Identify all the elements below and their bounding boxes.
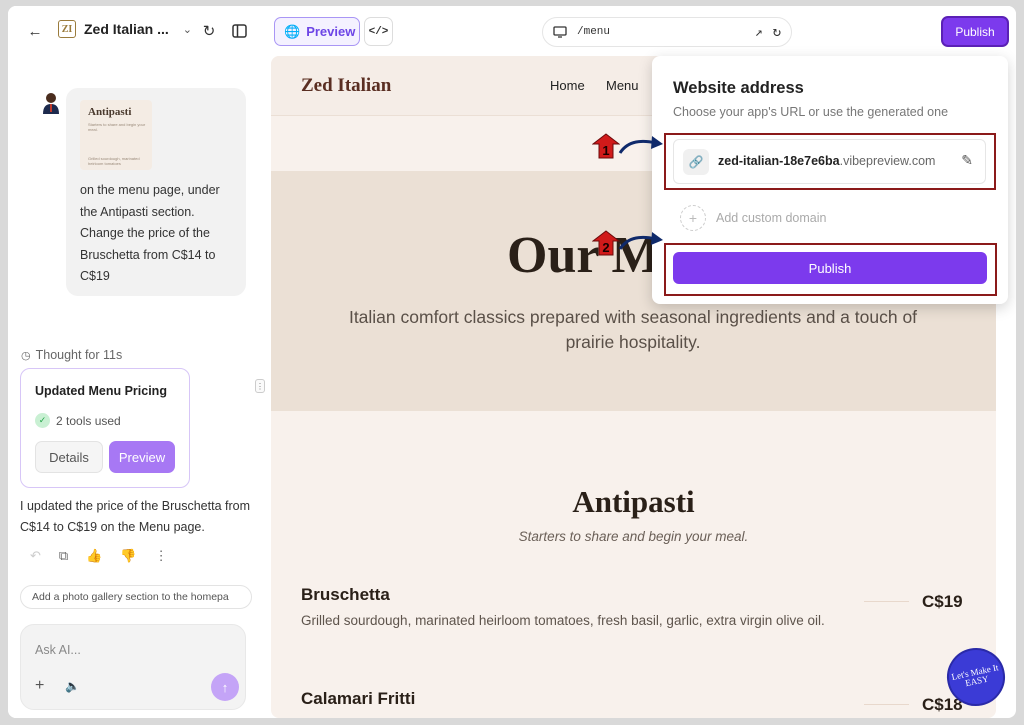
custom-domain-label: Add custom domain <box>716 211 827 225</box>
step-number: 1 <box>602 143 609 158</box>
url-subdomain: zed-italian-18e7e6ba <box>718 154 840 168</box>
thumbs-up-icon[interactable]: 👍 <box>86 548 102 564</box>
preview-mode-button[interactable]: 🌐 Preview <box>274 17 360 46</box>
publish-popover: Website address Choose your app's URL or… <box>652 56 1008 304</box>
nav-home-link[interactable]: Home <box>550 78 585 93</box>
preview-mode-label: Preview <box>306 24 356 39</box>
thought-status[interactable]: ◷ Thought for 11s <box>21 348 122 362</box>
publish-button[interactable]: Publish <box>673 252 987 284</box>
price-leader-line <box>864 704 909 705</box>
details-button[interactable]: Details <box>35 441 103 473</box>
website-url: zed-italian-18e7e6ba.vibepreview.com <box>718 154 935 168</box>
voice-icon[interactable]: 🔈 <box>65 679 80 693</box>
thought-label: Thought for 11s <box>35 348 123 362</box>
user-avatar <box>43 93 59 114</box>
menu-item-description: Grilled sourdough, marinated heirloom to… <box>301 613 825 628</box>
menu-item-name: Bruschetta <box>301 585 390 604</box>
thumbnail-title: Antipasti <box>88 106 132 118</box>
refresh-icon[interactable]: ↻ <box>773 24 781 41</box>
update-summary-card: Updated Menu Pricing ✓ 2 tools used Deta… <box>20 368 190 488</box>
suggestion-chip[interactable]: Add a photo gallery section to the homep… <box>20 585 252 609</box>
tools-used-row: ✓ 2 tools used <box>35 413 121 428</box>
undo-icon[interactable]: ↶ <box>30 548 41 564</box>
sidebar-toggle-icon[interactable] <box>226 18 252 44</box>
price-leader-line <box>864 601 909 602</box>
popover-subtitle: Choose your app's URL or use the generat… <box>673 105 949 119</box>
hero-subtitle: Italian comfort classics prepared with s… <box>348 307 918 352</box>
url-domain: .vibepreview.com <box>839 154 936 168</box>
card-title: Updated Menu Pricing <box>35 384 167 398</box>
add-attachment-icon[interactable]: + <box>35 677 44 695</box>
assistant-reply: I updated the price of the Bruschetta fr… <box>20 499 250 534</box>
publish-button-top[interactable]: Publish <box>941 16 1009 47</box>
thumbnail-subtitle: Starters to share and begin your meal. <box>88 122 146 132</box>
pencil-icon[interactable]: ✎ <box>961 152 973 169</box>
open-external-icon[interactable]: ↗ <box>755 25 763 40</box>
add-custom-domain[interactable]: + Add custom domain <box>680 205 826 231</box>
preview-button[interactable]: Preview <box>109 441 175 473</box>
section-subtitle: Starters to share and begin your meal. <box>518 529 749 544</box>
chat-panel: Antipasti Starters to share and begin yo… <box>8 56 262 718</box>
website-url-field[interactable]: 🔗 zed-italian-18e7e6ba.vibepreview.com ✎ <box>673 139 986 184</box>
panel-icon <box>231 24 247 38</box>
more-options-icon[interactable]: ⋮ <box>155 548 168 564</box>
code-mode-button[interactable]: </> <box>364 17 393 46</box>
copy-icon[interactable]: ⧉ <box>59 548 68 564</box>
popover-title: Website address <box>673 79 804 97</box>
top-toolbar: ← ZI Zed Italian ... ⌄ ↻ 🌐 Preview </> /… <box>8 6 1016 56</box>
site-brand[interactable]: Zed Italian <box>301 75 391 97</box>
monitor-icon <box>553 26 567 38</box>
link-icon: 🔗 <box>683 149 709 175</box>
thumbs-down-icon[interactable]: 👎 <box>120 548 136 564</box>
check-icon: ✓ <box>35 413 50 428</box>
arrow-icon <box>618 232 663 250</box>
clock-icon: ◷ <box>21 349 31 362</box>
send-arrow-icon[interactable]: ↑ <box>211 673 239 701</box>
url-path: /menu <box>577 26 611 38</box>
section-title: Antipasti <box>572 484 695 519</box>
ask-ai-input[interactable]: Ask AI... <box>35 643 81 657</box>
back-arrow-icon[interactable]: ← <box>22 18 48 44</box>
user-message-bubble: Antipasti Starters to share and begin yo… <box>66 88 246 296</box>
arrow-icon <box>618 136 663 154</box>
ask-ai-composer[interactable]: Ask AI... + 🔈 ↑ <box>20 624 246 710</box>
menu-item-price: C$19 <box>922 592 963 611</box>
nav-menu-link[interactable]: Menu <box>606 78 639 93</box>
user-message-text: on the menu page, under the Antipasti se… <box>80 183 220 283</box>
menu-item-name: Calamari Fritti <box>301 689 416 708</box>
app-title-menu[interactable]: ZI Zed Italian ... ⌄ <box>58 20 192 38</box>
globe-icon: 🌐 <box>284 23 301 39</box>
history-icon[interactable]: ↻ <box>196 18 222 44</box>
attached-screenshot-thumbnail[interactable]: Antipasti Starters to share and begin yo… <box>80 100 152 170</box>
thumbnail-description: Grilled sourdough, marinated heirloom to… <box>88 156 140 166</box>
tools-used-label: 2 tools used <box>56 413 121 428</box>
watermark-text: Let's Make It EASY <box>950 662 1000 689</box>
message-actions: ↶ ⧉ 👍 👎 ⋮ <box>30 548 168 564</box>
app-title: Zed Italian ... <box>84 21 169 37</box>
url-bar[interactable]: /menu ↗ ↻ <box>542 17 792 47</box>
app-logo-icon: ZI <box>58 20 76 38</box>
step-number: 2 <box>602 240 609 255</box>
app-window: ← ZI Zed Italian ... ⌄ ↻ 🌐 Preview </> /… <box>8 6 1016 718</box>
resize-handle[interactable]: ⋮ <box>255 379 265 393</box>
chevron-down-icon: ⌄ <box>182 23 193 36</box>
plus-icon: + <box>680 205 706 231</box>
